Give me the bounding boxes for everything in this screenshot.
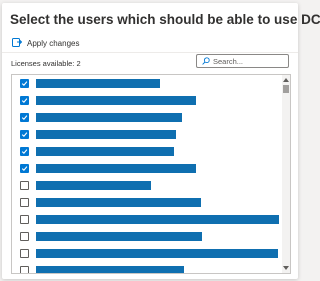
user-row[interactable] [12,195,282,212]
apply-changes-button[interactable]: Apply changes [12,36,79,50]
user-name-redacted [36,79,160,88]
user-checkbox-checked[interactable] [20,96,29,105]
search-box[interactable] [196,54,289,68]
user-checkbox[interactable] [20,215,29,224]
dialog-title: Select the users which should be able to… [10,12,320,27]
scrollbar[interactable] [282,75,290,273]
checkmark-icon [21,81,28,87]
apply-changes-label: Apply changes [27,38,80,48]
user-row[interactable] [12,229,282,246]
user-checkbox-checked[interactable] [20,147,29,156]
scroll-down-icon[interactable] [282,264,290,272]
search-input[interactable] [213,56,283,66]
user-name-redacted [36,232,202,241]
licenses-available-text: Licenses available: 2 [11,59,81,68]
select-users-dialog: Select the users which should be able to… [2,3,320,279]
checkmark-icon [21,115,28,121]
user-checkbox-checked[interactable] [20,79,29,88]
user-name-redacted [36,249,278,258]
search-icon [202,57,210,65]
user-row[interactable] [12,144,282,161]
user-name-redacted [36,96,196,105]
checkmark-icon [21,98,28,104]
toolbar-divider [2,52,298,53]
user-checkbox-checked[interactable] [20,130,29,139]
user-checkbox[interactable] [20,249,29,258]
user-list [11,74,291,274]
user-row[interactable] [12,178,282,195]
user-row[interactable] [12,212,282,229]
user-row[interactable] [12,76,282,93]
user-checkbox[interactable] [20,232,29,241]
user-name-redacted [36,215,279,224]
user-name-redacted [36,181,151,190]
user-row[interactable] [12,93,282,110]
user-name-redacted [36,113,182,122]
user-checkbox[interactable] [20,181,29,190]
user-row[interactable] [12,263,282,273]
user-row[interactable] [12,127,282,144]
user-row[interactable] [12,161,282,178]
user-checkbox[interactable] [20,198,29,207]
checkmark-icon [21,149,28,155]
apply-changes-icon [12,38,22,48]
user-name-redacted [36,130,176,139]
checkmark-icon [21,166,28,172]
checkmark-icon [21,132,28,138]
scroll-thumb[interactable] [283,85,289,93]
user-checkbox[interactable] [20,266,29,273]
user-name-redacted [36,147,174,156]
user-checkbox-checked[interactable] [20,113,29,122]
user-name-redacted [36,164,196,173]
user-checkbox-checked[interactable] [20,164,29,173]
user-name-redacted [36,198,201,207]
user-row[interactable] [12,110,282,127]
user-name-redacted [36,266,184,273]
user-row[interactable] [12,246,282,263]
scroll-up-icon[interactable] [282,76,290,84]
